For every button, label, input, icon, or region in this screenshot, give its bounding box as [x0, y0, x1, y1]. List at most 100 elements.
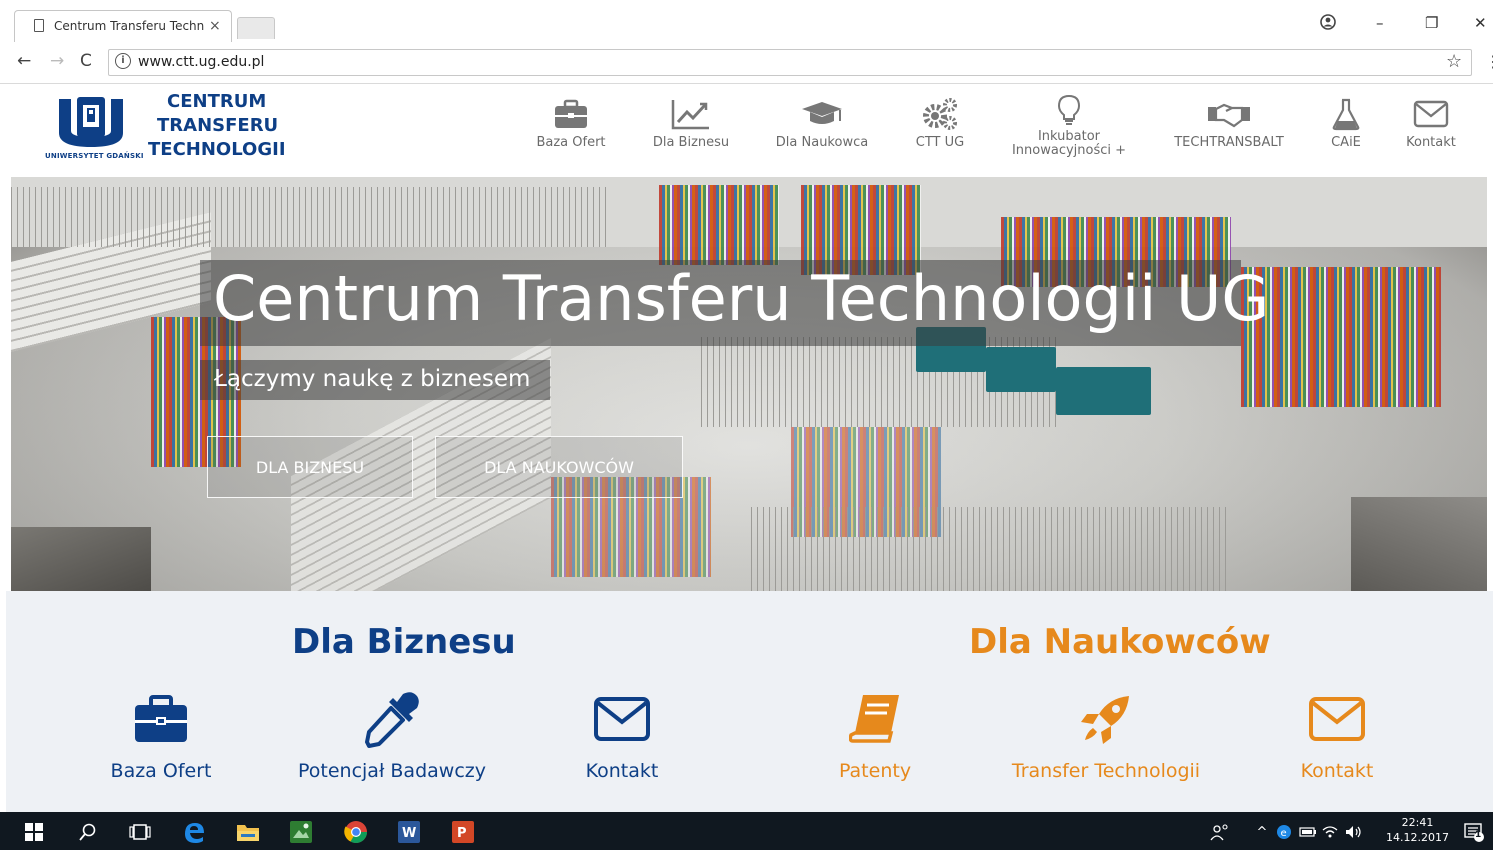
back-button[interactable]: ←: [17, 51, 31, 71]
card-baza-ofert[interactable]: Baza Ofert: [51, 686, 271, 782]
card-kontakt-naukowcy[interactable]: Kontakt: [1227, 686, 1447, 782]
hero-subtitle: Łączymy naukę z biznesem: [214, 366, 531, 392]
nav-label: CTT UG: [915, 135, 965, 150]
card-label: Potencjał Badawczy: [298, 760, 486, 782]
nav-label-line2: Innowacyjności +: [1011, 143, 1127, 158]
minimize-button[interactable]: –: [1376, 14, 1384, 32]
nav-inkubator[interactable]: Inkubator Innowacyjności +: [1004, 90, 1134, 158]
card-kontakt-biznes[interactable]: Kontakt: [512, 686, 732, 782]
card-label: Transfer Technologii: [1011, 760, 1201, 782]
chrome-icon[interactable]: [344, 820, 368, 844]
rocket-icon: [996, 686, 1216, 752]
envelope-icon: [1400, 92, 1462, 136]
clock-time: 22:41: [1401, 816, 1434, 829]
nav-dla-naukowca[interactable]: Dla Naukowca: [770, 92, 874, 150]
logo-line-2: TRANSFERU: [157, 115, 279, 136]
university-logo-icon[interactable]: [57, 95, 125, 149]
new-tab-button[interactable]: [237, 17, 275, 39]
floor-shadow: [11, 527, 151, 591]
nav-label: Kontakt: [1406, 135, 1456, 150]
people-icon[interactable]: [1208, 820, 1232, 844]
briefcase-icon: [51, 686, 271, 752]
profile-icon[interactable]: [1319, 13, 1337, 35]
nav-ctt-ug[interactable]: CTT UG: [910, 92, 970, 150]
word-icon[interactable]: W: [397, 820, 421, 844]
nav-dla-biznesu[interactable]: Dla Biznesu: [648, 92, 734, 150]
nav-label: Dla Naukowca: [775, 135, 869, 150]
card-label: Baza Ofert: [110, 760, 212, 782]
envelope-icon: [1227, 686, 1447, 752]
bookshelf: [1241, 267, 1441, 407]
bookmark-star-icon[interactable]: ☆: [1446, 51, 1462, 72]
card-label: Kontakt: [1300, 760, 1374, 782]
card-label: Patenty: [838, 760, 912, 782]
info-icon[interactable]: i: [115, 53, 131, 69]
dla-biznesu-button[interactable]: DLA BIZNESU: [207, 436, 413, 498]
nav-baza-ofert[interactable]: Baza Ofert: [531, 92, 611, 150]
tray-app-icon[interactable]: e: [1272, 820, 1296, 844]
railing: [751, 507, 1231, 591]
photos-app-icon[interactable]: [289, 820, 313, 844]
business-section-title: Dla Biznesu: [292, 622, 516, 662]
address-bar[interactable]: [108, 49, 1472, 76]
reload-button[interactable]: C: [80, 51, 92, 71]
bench: [1056, 367, 1151, 415]
logo-university-text: UNIWERSYTET GDAŃSKI: [45, 152, 144, 160]
handshake-icon: [1168, 92, 1290, 136]
close-window-button[interactable]: ✕: [1474, 14, 1487, 32]
browser-menu-icon[interactable]: ⋮: [1485, 52, 1493, 71]
windows-start-icon[interactable]: [22, 820, 46, 844]
restore-button[interactable]: ❐: [1425, 14, 1438, 32]
graduation-cap-icon: [770, 92, 874, 136]
nav-techtransbalt[interactable]: TECHTRANSBALT: [1168, 92, 1290, 150]
nav-label: Baza Ofert: [536, 135, 606, 150]
card-transfer-technologii[interactable]: Transfer Technologii: [996, 686, 1216, 782]
battery-icon[interactable]: [1296, 820, 1320, 844]
url-text[interactable]: www.ctt.ug.edu.pl: [138, 54, 264, 70]
tab-close-button[interactable]: ×: [209, 18, 221, 34]
bench: [986, 347, 1056, 392]
nav-label: Dla Biznesu: [652, 135, 730, 150]
gears-icon: [910, 92, 970, 136]
railing: [11, 187, 611, 247]
notifications-icon[interactable]: [1462, 820, 1486, 844]
envelope-icon: [512, 686, 732, 752]
powerpoint-icon[interactable]: P: [451, 820, 475, 844]
nav-label-line1: Inkubator: [1037, 129, 1101, 144]
search-icon[interactable]: [76, 820, 100, 844]
clock-date: 14.12.2017: [1386, 831, 1449, 844]
scientists-section-title: Dla Naukowców: [969, 622, 1271, 662]
flask-icon: [1323, 92, 1369, 136]
nav-caie[interactable]: CAiE: [1323, 92, 1369, 150]
svg-text:W: W: [402, 826, 416, 841]
card-potencjal-badawczy[interactable]: Potencjał Badawczy: [282, 686, 502, 782]
hero-title: Centrum Transferu Technologii UG: [213, 262, 1270, 335]
briefcase-icon: [531, 92, 611, 136]
file-explorer-icon[interactable]: [236, 820, 260, 844]
nav-kontakt[interactable]: Kontakt: [1400, 92, 1462, 150]
dla-naukowcow-button[interactable]: DLA NAUKOWCÓW: [435, 436, 683, 498]
lightbulb-icon: [1004, 90, 1134, 130]
wifi-icon[interactable]: [1318, 820, 1342, 844]
tab-title: Centrum Transferu Techn: [54, 19, 205, 33]
book-icon: [765, 686, 985, 752]
card-patenty[interactable]: Patenty: [765, 686, 985, 782]
notification-count: 1: [1475, 830, 1482, 840]
forward-button[interactable]: →: [50, 51, 64, 71]
svg-text:e: e: [1281, 828, 1287, 839]
nav-label: TECHTRANSBALT: [1174, 135, 1284, 150]
bookshelf: [659, 185, 779, 265]
nav-label: CAiE: [1331, 135, 1361, 150]
chevron-up-icon[interactable]: ^: [1250, 820, 1274, 844]
svg-text:P: P: [457, 826, 467, 841]
logo-line-1: CENTRUM: [167, 91, 267, 112]
system-clock[interactable]: 22:41 14.12.2017: [1386, 815, 1449, 845]
card-label: Kontakt: [585, 760, 659, 782]
floor-shadow: [1351, 497, 1487, 591]
page-icon: [34, 19, 44, 32]
chart-line-icon: [648, 92, 734, 136]
edge-browser-icon[interactable]: [182, 820, 206, 844]
logo-line-3: TECHNOLOGII: [148, 139, 286, 160]
task-view-icon[interactable]: [128, 820, 152, 844]
volume-icon[interactable]: [1342, 820, 1366, 844]
